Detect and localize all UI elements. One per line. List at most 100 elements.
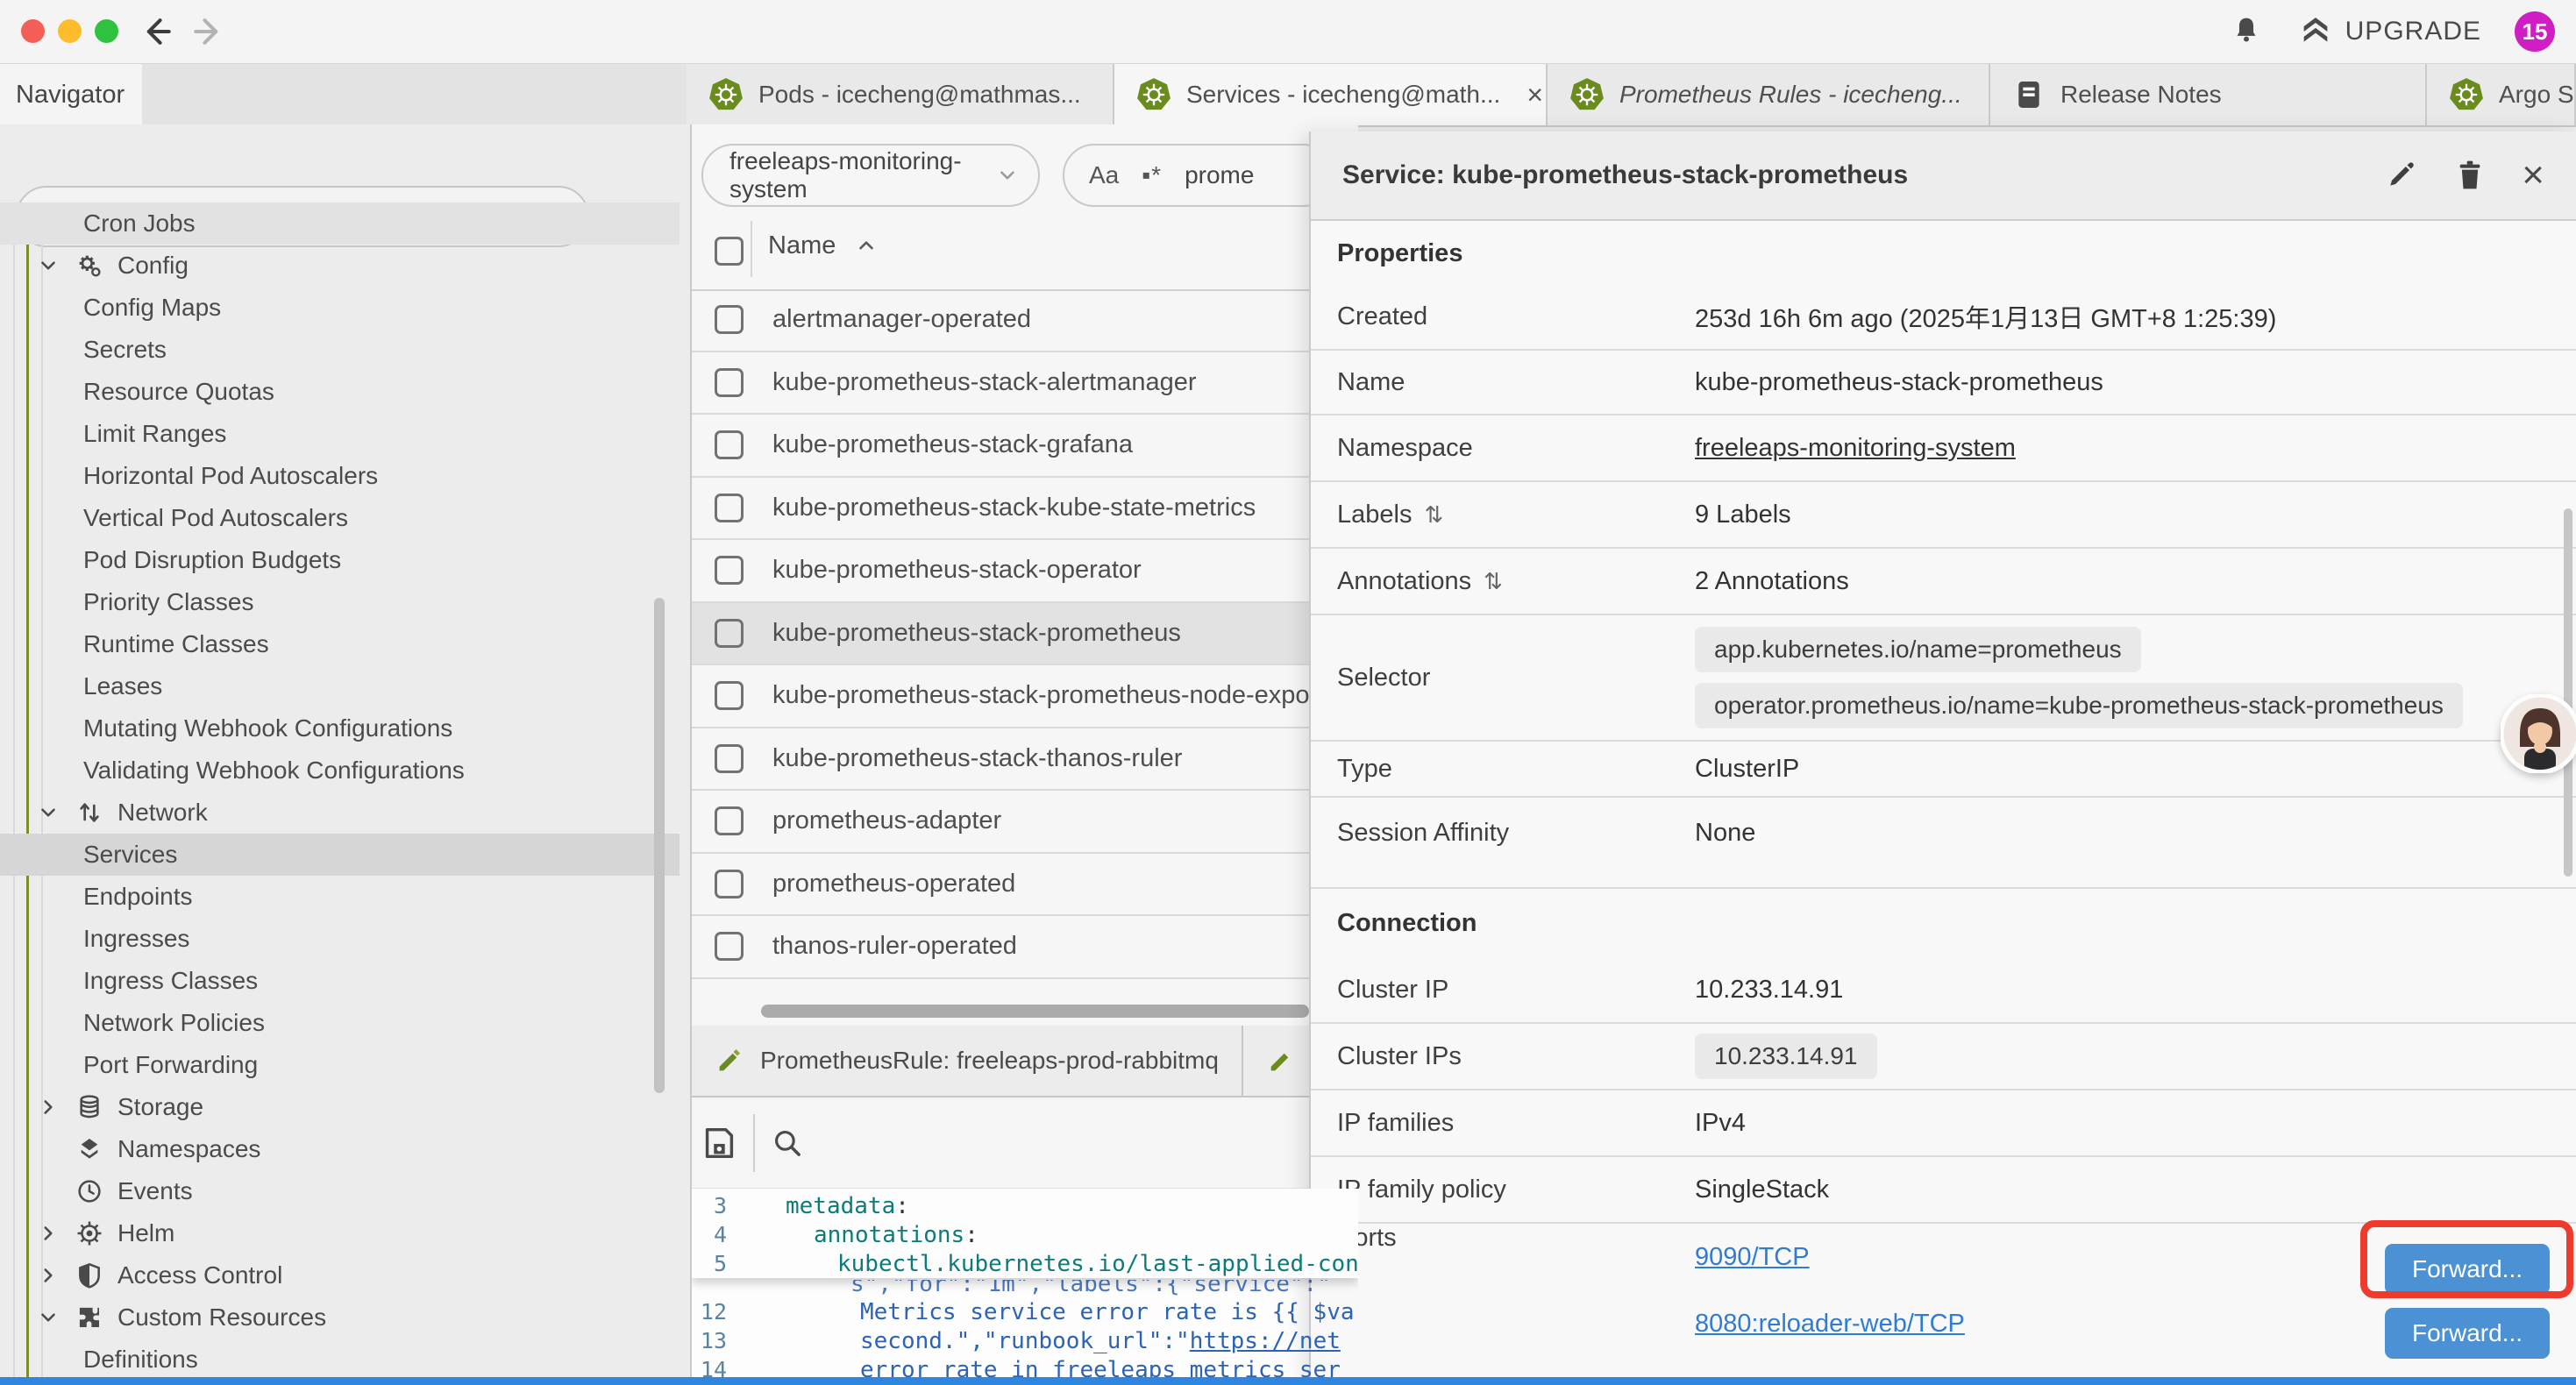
table-row[interactable]: kube-prometheus-stack-prometheus-node-ex… xyxy=(692,665,1358,728)
row-checkbox[interactable] xyxy=(715,305,744,334)
row-checkbox[interactable] xyxy=(715,619,744,648)
namespace-link[interactable]: freeleaps-monitoring-system xyxy=(1695,434,2016,463)
chevron-right-icon[interactable] xyxy=(35,1222,61,1245)
table-row[interactable]: kube-prometheus-stack-thanos-ruler xyxy=(692,728,1358,792)
detail-row-labels: Labels⇅9 Labels xyxy=(1311,482,2576,549)
sidebar-item-definitions[interactable]: Definitions xyxy=(0,1339,680,1381)
sidebar-item-endpoints[interactable]: Endpoints xyxy=(0,876,680,918)
sort-updown-icon[interactable]: ⇅ xyxy=(1484,568,1503,595)
sidebar-item-runtime-classes[interactable]: Runtime Classes xyxy=(0,623,680,665)
app-tab-1[interactable]: Services - icecheng@math...× xyxy=(1114,64,1548,125)
sidebar-item-secrets[interactable]: Secrets xyxy=(0,329,680,371)
row-checkbox[interactable] xyxy=(715,556,744,585)
sidebar-item-vertical-pod-autoscalers[interactable]: Vertical Pod Autoscalers xyxy=(0,497,680,539)
sidebar-item-priority-classes[interactable]: Priority Classes xyxy=(0,581,680,623)
sidebar-item-events[interactable]: Events xyxy=(0,1170,680,1212)
chevron-down-icon[interactable] xyxy=(35,1306,61,1329)
row-label: Session Affinity xyxy=(1337,819,1695,848)
sidebar-item-ingresses[interactable]: Ingresses xyxy=(0,918,680,960)
row-checkbox[interactable] xyxy=(715,494,744,522)
sidebar-item-storage[interactable]: Storage xyxy=(0,1086,680,1128)
sidebar-item-ingress-classes[interactable]: Ingress Classes xyxy=(0,960,680,1002)
table-row[interactable]: prometheus-adapter xyxy=(692,791,1358,854)
sidebar-item-cron-jobs[interactable]: Cron Jobs xyxy=(0,202,680,245)
sidebar-item-config-maps[interactable]: Config Maps xyxy=(0,287,680,329)
app-tab-2[interactable]: Prometheus Rules - icecheng... xyxy=(1548,64,1990,125)
delete-trash-icon[interactable] xyxy=(2453,158,2487,193)
table-row[interactable]: kube-prometheus-stack-grafana xyxy=(692,415,1358,478)
table-row[interactable]: kube-prometheus-stack-prometheus xyxy=(692,603,1358,666)
sidebar-item-config[interactable]: Config xyxy=(0,245,680,287)
bell-icon[interactable] xyxy=(2228,13,2265,50)
window-close-button[interactable] xyxy=(21,19,45,43)
search-input[interactable]: Aa ▪* prome xyxy=(1063,144,1334,207)
table-row[interactable]: kube-prometheus-stack-operator xyxy=(692,540,1358,603)
edit-pencil-icon xyxy=(715,1046,744,1076)
table-row[interactable]: kube-prometheus-stack-alertmanager xyxy=(692,352,1358,416)
table-row[interactable]: prometheus-operated xyxy=(692,854,1358,917)
editor-tab-prometheusrule[interactable]: PrometheusRule: freeleaps-prod-rabbitmq xyxy=(692,1026,1243,1096)
forward-arrow-icon[interactable] xyxy=(189,12,228,51)
port-link[interactable]: 9090/TCP xyxy=(1695,1243,1810,1272)
forward-button[interactable]: Forward... xyxy=(2385,1308,2550,1359)
chevron-right-icon[interactable] xyxy=(35,1096,61,1119)
row-checkbox[interactable] xyxy=(715,744,744,773)
sidebar-item-network-policies[interactable]: Network Policies xyxy=(0,1002,680,1044)
chevron-right-icon[interactable] xyxy=(35,1264,61,1287)
close-icon[interactable]: × xyxy=(2522,156,2544,195)
row-checkbox[interactable] xyxy=(715,806,744,835)
namespace-filter-select[interactable]: freeleaps-monitoring-system xyxy=(701,144,1040,207)
table-row[interactable]: kube-prometheus-stack-kube-state-metrics xyxy=(692,478,1358,541)
sidebar-item-label: Config Maps xyxy=(83,294,221,322)
row-checkbox[interactable] xyxy=(715,430,744,459)
sidebar-item-custom-resources[interactable]: Custom Resources xyxy=(0,1296,680,1339)
yaml-code-view[interactable]: 3metadata:4annotations:5kubectl.kubernet… xyxy=(692,1189,1358,1378)
match-case-toggle[interactable]: Aa xyxy=(1089,161,1119,189)
chevron-down-icon[interactable] xyxy=(35,801,61,824)
row-checkbox[interactable] xyxy=(715,870,744,898)
chevron-down-icon[interactable] xyxy=(35,254,61,277)
editor-search-icon[interactable] xyxy=(769,1125,806,1161)
yaml-editor-panel: PrometheusRule: freeleaps-prod-rabbitmq xyxy=(692,1026,1358,1378)
sidebar-item-horizontal-pod-autoscalers[interactable]: Horizontal Pod Autoscalers xyxy=(0,455,680,497)
sidebar-item-resource-quotas[interactable]: Resource Quotas xyxy=(0,371,680,413)
shield-icon xyxy=(74,1261,105,1289)
app-tab-3[interactable]: Release Notes xyxy=(1990,64,2427,125)
row-checkbox[interactable] xyxy=(715,368,744,397)
sidebar-item-services[interactable]: Services xyxy=(0,834,680,876)
upgrade-button[interactable]: UPGRADE xyxy=(2298,14,2481,49)
sidebar-item-helm[interactable]: Helm xyxy=(0,1212,680,1254)
select-all-checkbox[interactable] xyxy=(715,237,744,266)
sidebar-item-validating-webhook-configurations[interactable]: Validating Webhook Configurations xyxy=(0,749,680,792)
table-row[interactable]: thanos-ruler-operated xyxy=(692,916,1358,979)
sidebar-item-pod-disruption-budgets[interactable]: Pod Disruption Budgets xyxy=(0,539,680,581)
sidebar-item-access-control[interactable]: Access Control xyxy=(0,1254,680,1296)
app-tab-0[interactable]: Pods - icecheng@mathmas... xyxy=(687,64,1114,125)
sidebar-item-mutating-webhook-configurations[interactable]: Mutating Webhook Configurations xyxy=(0,707,680,749)
window-zoom-button[interactable] xyxy=(95,19,118,43)
horizontal-scrollbar[interactable] xyxy=(761,1005,1309,1018)
app-tab-4[interactable]: Argo Se xyxy=(2427,64,2576,125)
sidebar-scrollbar[interactable] xyxy=(654,598,665,1093)
sort-updown-icon[interactable]: ⇅ xyxy=(1424,501,1443,529)
avatar[interactable] xyxy=(2501,694,2576,773)
tab-close-icon[interactable]: × xyxy=(1526,79,1543,111)
window-minimize-button[interactable] xyxy=(58,19,82,43)
sidebar-item-limit-ranges[interactable]: Limit Ranges xyxy=(0,413,680,455)
table-row[interactable]: alertmanager-operated xyxy=(692,289,1358,352)
edit-pencil-icon[interactable] xyxy=(2383,158,2418,193)
sidebar-item-leases[interactable]: Leases xyxy=(0,665,680,707)
row-checkbox[interactable] xyxy=(715,932,744,961)
column-header-name[interactable]: Name xyxy=(768,231,878,260)
regex-toggle[interactable]: ▪* xyxy=(1142,161,1162,189)
port-link[interactable]: 8080:reloader-web/TCP xyxy=(1695,1310,1965,1339)
sidebar-item-namespaces[interactable]: Namespaces xyxy=(0,1128,680,1170)
save-icon[interactable] xyxy=(699,1123,739,1163)
back-arrow-icon[interactable] xyxy=(137,12,175,51)
detail-scrollbar[interactable] xyxy=(2564,508,2572,877)
notification-badge[interactable]: 15 xyxy=(2515,11,2555,52)
sidebar-item-port-forwarding[interactable]: Port Forwarding xyxy=(0,1044,680,1086)
puzzle-icon xyxy=(74,1303,105,1332)
sidebar-item-network[interactable]: Network xyxy=(0,792,680,834)
row-checkbox[interactable] xyxy=(715,681,744,710)
